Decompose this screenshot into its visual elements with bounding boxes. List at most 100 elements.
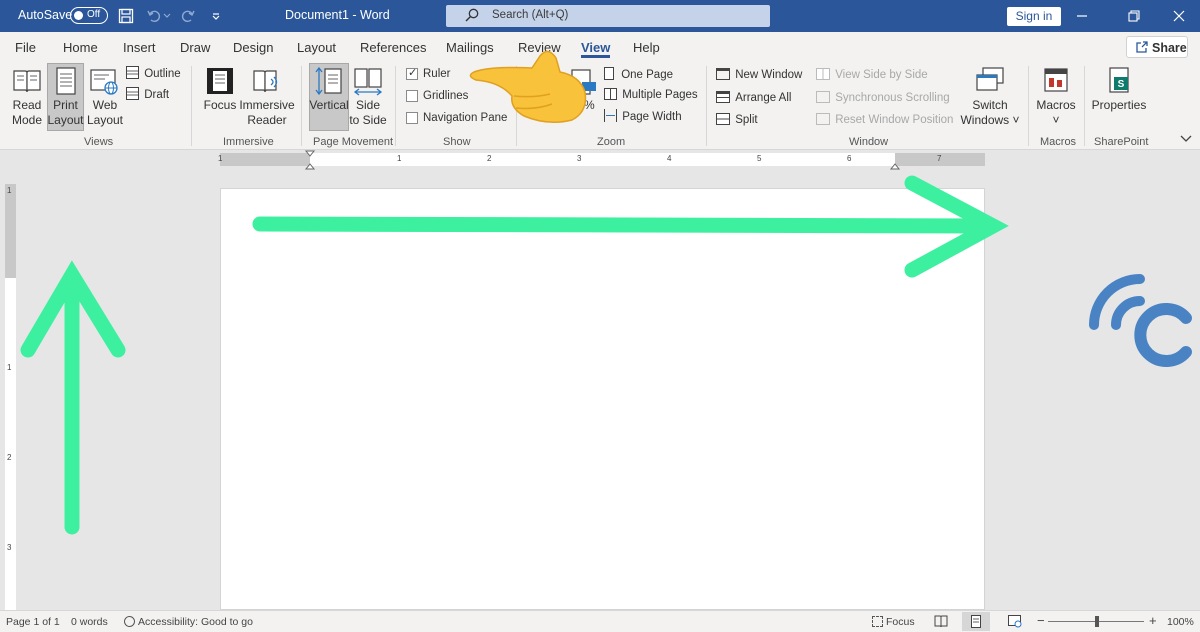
print-layout-icon	[51, 66, 81, 96]
page-width-button[interactable]: Page Width	[604, 109, 682, 123]
reset-window-position-button[interactable]: Reset Window Position	[816, 113, 953, 126]
undo-dropdown-icon[interactable]	[161, 6, 173, 26]
gridlines-checkbox[interactable]	[406, 90, 418, 102]
arrange-all-button[interactable]: Arrange All	[716, 91, 791, 104]
draft-label: Draft	[144, 89, 170, 101]
restore-icon[interactable]	[1124, 7, 1144, 25]
switch-windows-button[interactable]: Switch Windows ˅	[960, 98, 1020, 128]
zoom-in-button[interactable]: +	[1149, 613, 1157, 628]
accessibility-status[interactable]: Accessibility: Good to go	[124, 616, 253, 628]
one-page-button[interactable]: One Page	[604, 67, 673, 81]
close-icon[interactable]	[1169, 7, 1189, 25]
page-count[interactable]: Page 1 of 1	[6, 616, 60, 628]
macros-button[interactable]: Macros ˅	[1033, 98, 1079, 128]
focus-mode-icon	[872, 616, 883, 627]
ruler-checkbox[interactable]	[406, 66, 418, 80]
tab-view[interactable]: View	[581, 40, 610, 55]
immersive-reader-icon	[251, 66, 281, 96]
immersive-reader-button[interactable]: Immersive Reader	[238, 98, 296, 128]
minimize-icon[interactable]	[1072, 7, 1092, 25]
multiple-pages-button[interactable]: Multiple Pages	[604, 88, 698, 101]
zoom-out-button[interactable]: −	[1037, 613, 1045, 628]
web-layout-button[interactable]: Web Layout	[86, 98, 124, 128]
ruler-number: 1	[218, 154, 223, 163]
print-layout-label: Print Layout	[47, 98, 84, 128]
tab-home[interactable]: Home	[63, 40, 98, 55]
search-box[interactable]: Search (Alt+Q)	[446, 5, 770, 27]
tab-references[interactable]: References	[360, 40, 426, 55]
web-layout-view-icon[interactable]	[1008, 615, 1022, 631]
macros-icon	[1042, 66, 1072, 96]
print-layout-label-2: Layout	[47, 113, 84, 127]
save-icon[interactable]	[116, 6, 136, 26]
ruler-label: Ruler	[423, 68, 451, 80]
tab-help[interactable]: Help	[633, 40, 660, 55]
synchronous-scrolling-button[interactable]: Synchronous Scrolling	[816, 91, 950, 104]
split-label: Split	[735, 114, 758, 126]
tab-design[interactable]: Design	[233, 40, 273, 55]
navigation-pane-checkbox[interactable]	[406, 112, 418, 124]
indent-markers[interactable]	[303, 150, 317, 170]
print-layout-view-icon[interactable]	[962, 612, 990, 631]
vertical-ruler[interactable]: 1 1 2 3	[0, 170, 20, 610]
view-side-by-side-button[interactable]: View Side by Side	[816, 68, 928, 81]
separator	[395, 66, 396, 146]
reset-window-position-icon	[816, 113, 830, 125]
page-width-icon	[604, 109, 617, 122]
new-window-button[interactable]: New Window	[716, 68, 802, 81]
split-button[interactable]: Split	[716, 113, 758, 126]
synchronous-scrolling-icon	[816, 91, 830, 103]
share-button[interactable]: Share	[1126, 36, 1188, 58]
web-layout-icon	[89, 66, 119, 96]
switch-windows-label-2: Windows ˅	[960, 113, 1020, 127]
collapse-ribbon-icon[interactable]	[1180, 132, 1192, 146]
show-group-label: Show	[443, 136, 471, 148]
draft-button[interactable]: Draft	[126, 87, 169, 101]
autosave-label: AutoSave	[18, 8, 73, 22]
read-mode-button[interactable]: Read Mode	[8, 98, 46, 128]
immersive-reader-label-2: Reader	[247, 113, 287, 127]
document-title: Document1 - Word	[285, 8, 390, 22]
macros-group-label: Macros	[1040, 136, 1077, 148]
ruler-number: 1	[397, 154, 402, 163]
ruler-number: 2	[487, 154, 492, 163]
read-mode-icon	[12, 66, 42, 96]
document-page[interactable]	[220, 188, 985, 610]
separator	[516, 66, 517, 146]
tab-layout[interactable]: Layout	[297, 40, 336, 55]
zoom-slider-thumb[interactable]	[1095, 616, 1099, 627]
focus-mode-button[interactable]: Focus	[872, 616, 915, 628]
separator	[1084, 66, 1085, 146]
tab-mailings[interactable]: Mailings	[446, 40, 494, 55]
right-indent-marker[interactable]	[888, 150, 902, 170]
hundred-percent-button[interactable]: 0%	[573, 98, 599, 113]
switch-windows-label-1: Switch	[972, 98, 1008, 112]
hundred-percent-icon	[568, 68, 598, 98]
horizontal-ruler[interactable]: 1 1 2 3 4 5 6 7	[0, 150, 1200, 170]
focus-button[interactable]: Focus	[202, 98, 238, 113]
properties-button[interactable]: Properties	[1088, 98, 1150, 113]
multiple-pages-icon	[604, 88, 617, 100]
zoom-level[interactable]: 100%	[1167, 616, 1194, 628]
read-mode-view-icon[interactable]	[934, 615, 948, 631]
macros-dropdown-icon: ˅	[1052, 113, 1060, 127]
tab-draw[interactable]: Draw	[180, 40, 210, 55]
word-count[interactable]: 0 words	[71, 616, 108, 628]
outline-button[interactable]: Outline	[126, 66, 181, 80]
redo-icon[interactable]	[178, 6, 198, 26]
ruler-number: 1	[7, 186, 12, 195]
customize-toolbar-icon[interactable]	[206, 6, 226, 26]
search-placeholder: Search (Alt+Q)	[492, 9, 569, 21]
arrange-all-icon	[716, 91, 730, 103]
tab-insert[interactable]: Insert	[123, 40, 156, 55]
sign-in-button[interactable]: Sign in	[1007, 7, 1061, 26]
status-bar: Page 1 of 1 0 words Accessibility: Good …	[0, 610, 1200, 632]
tab-review[interactable]: Review	[518, 40, 561, 55]
vertical-icon	[314, 66, 344, 96]
outline-label: Outline	[144, 68, 181, 80]
tab-file[interactable]: File	[15, 40, 36, 55]
multiple-pages-label: Multiple Pages	[622, 89, 698, 101]
gridlines-label: Gridlines	[423, 90, 469, 102]
autosave-toggle[interactable]: Off	[70, 7, 108, 24]
side-to-side-button[interactable]: Side to Side	[348, 98, 388, 128]
